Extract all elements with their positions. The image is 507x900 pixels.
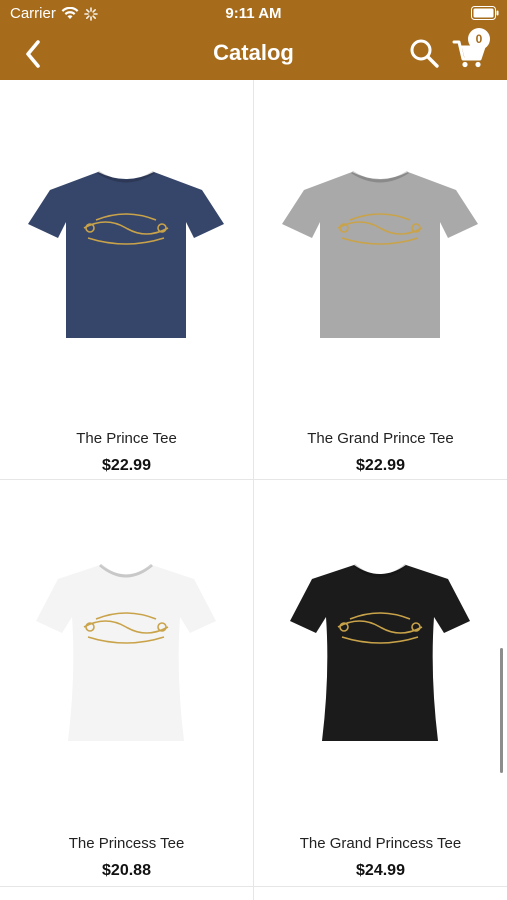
search-button[interactable] xyxy=(408,37,440,69)
product-price: $24.99 xyxy=(356,862,405,879)
product-card[interactable]: The Grand Prince Tee $22.99 xyxy=(254,80,507,480)
back-button[interactable] xyxy=(20,38,48,70)
tshirt-image xyxy=(290,563,470,741)
product-grid: The Prince Tee $22.99 The Grand Prince T… xyxy=(0,80,507,900)
product-name: The Grand Prince Tee xyxy=(307,430,454,447)
app-header: Carrier 9:11 AM Catalog 0 xyxy=(0,0,507,80)
product-card[interactable]: The Prince Tee $22.99 xyxy=(0,80,253,480)
grid-divider-horizontal xyxy=(0,886,507,887)
product-card[interactable]: The Princess Tee $20.88 xyxy=(0,480,253,880)
product-price: $22.99 xyxy=(102,457,151,474)
status-time: 9:11 AM xyxy=(225,5,282,22)
product-name: The Princess Tee xyxy=(68,835,185,852)
scroll-indicator[interactable] xyxy=(500,648,503,773)
tshirt-image xyxy=(28,170,224,338)
tshirt-image xyxy=(282,170,478,338)
product-price: $20.88 xyxy=(102,862,151,879)
navigation-bar: Catalog 0 xyxy=(0,28,507,80)
battery-icon xyxy=(471,6,499,20)
tshirt-image xyxy=(36,563,216,741)
product-name: The Prince Tee xyxy=(76,430,177,447)
product-name: The Grand Princess Tee xyxy=(299,835,462,852)
product-card[interactable]: The Grand Princess Tee $24.99 xyxy=(254,480,507,880)
cart-count-badge: 0 xyxy=(468,28,490,50)
product-price: $22.99 xyxy=(356,457,405,474)
status-bar: Carrier 9:11 AM xyxy=(0,0,507,28)
